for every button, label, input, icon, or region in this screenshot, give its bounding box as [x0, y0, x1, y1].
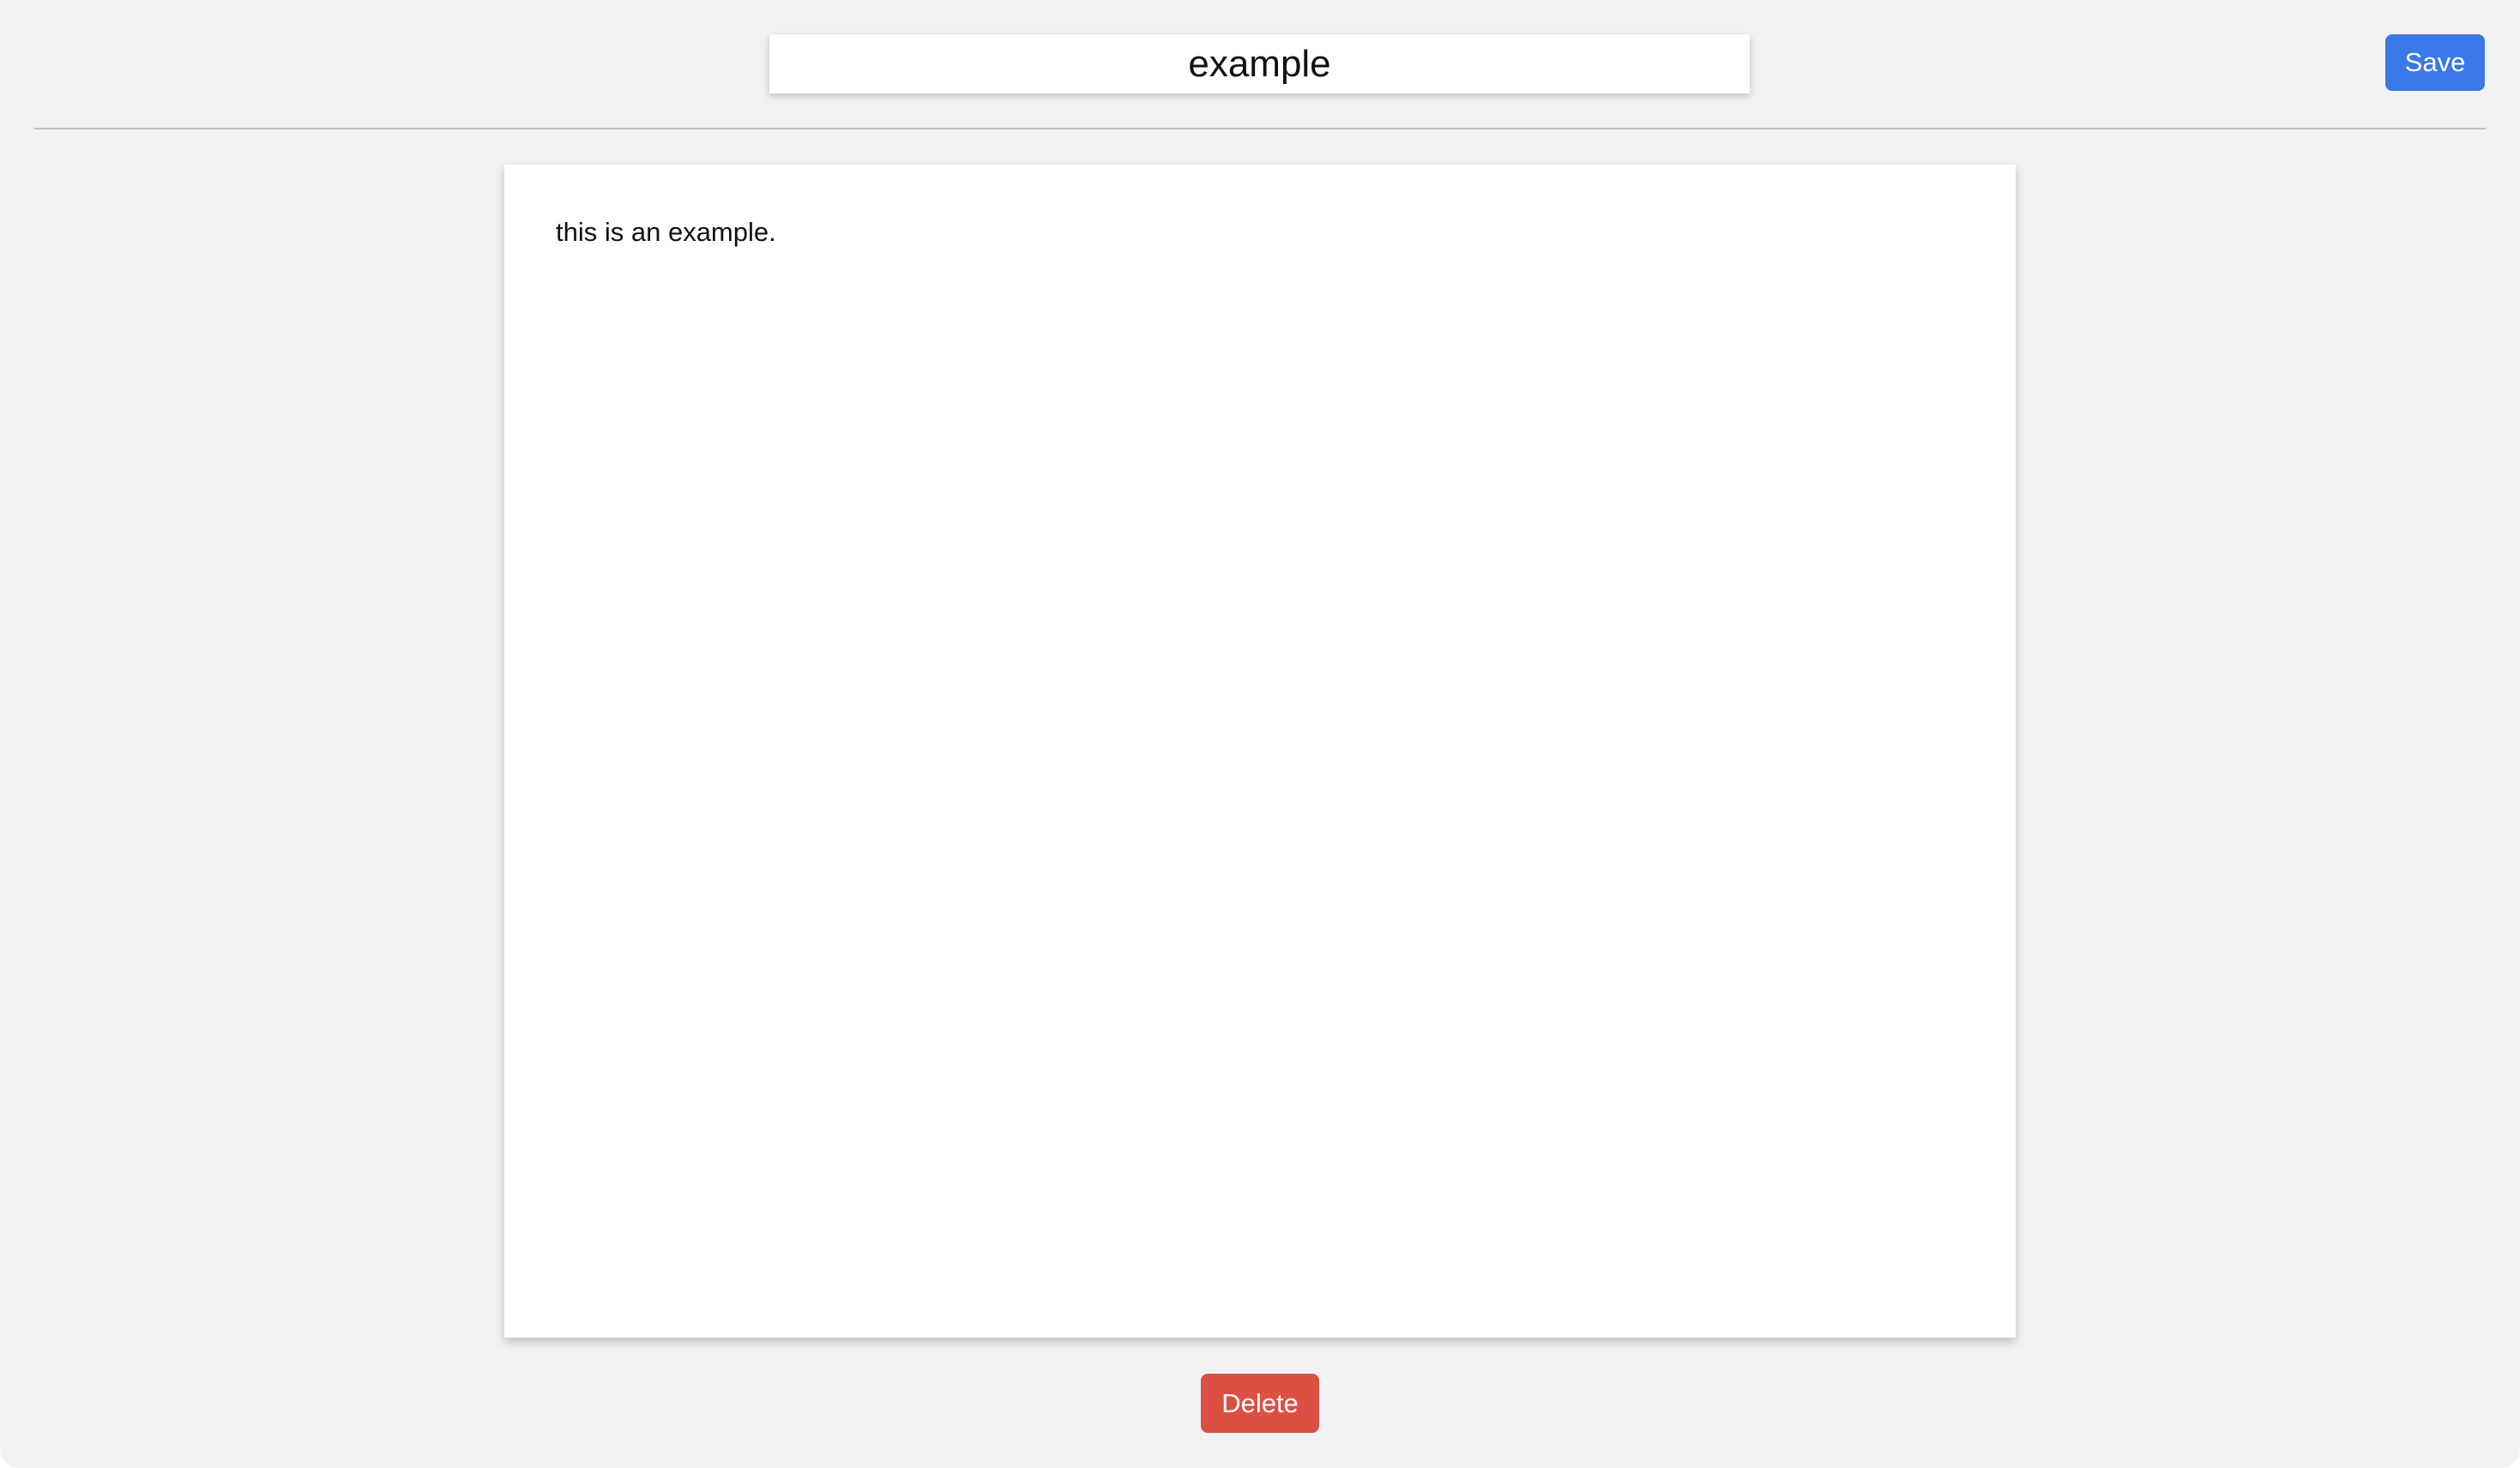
- save-button[interactable]: Save: [2385, 34, 2485, 91]
- note-title-input[interactable]: [769, 34, 1750, 93]
- delete-button[interactable]: Delete: [1201, 1374, 1319, 1433]
- note-body-text[interactable]: this is an example.: [556, 217, 1964, 248]
- note-editor[interactable]: this is an example.: [504, 165, 2016, 1338]
- app-window: Save this is an example. Delete: [0, 0, 2520, 1468]
- header-divider: [34, 128, 2486, 129]
